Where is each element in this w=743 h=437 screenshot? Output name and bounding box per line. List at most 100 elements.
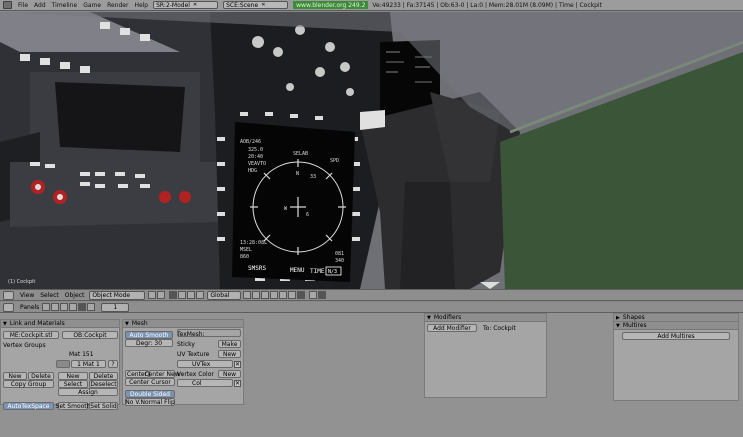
- layer-button[interactable]: [279, 291, 288, 299]
- camera-icon[interactable]: [318, 291, 327, 299]
- vertex-color-new-button[interactable]: New: [218, 370, 241, 378]
- material-color-swatch[interactable]: [56, 360, 70, 368]
- button-text: Delete: [93, 372, 114, 380]
- close-icon[interactable]: ✕: [193, 2, 197, 8]
- button-text: Make: [221, 340, 238, 348]
- menu-render[interactable]: Render: [107, 2, 128, 9]
- panel-title[interactable]: ▶ Shapes: [614, 314, 738, 321]
- editing-icon[interactable]: [78, 303, 87, 311]
- draw-type-icon[interactable]: [148, 291, 157, 299]
- collapse-icon[interactable]: ▼: [125, 321, 129, 327]
- mfd-text: SMSRS: [248, 265, 266, 272]
- layer-button[interactable]: [252, 291, 261, 299]
- layer-button[interactable]: [243, 291, 252, 299]
- script-icon[interactable]: [51, 303, 60, 311]
- menu-game[interactable]: Game: [83, 2, 101, 9]
- mesh-name-field[interactable]: ME:Cockpit.stl: [3, 331, 59, 339]
- manipulator-icon[interactable]: [169, 291, 178, 299]
- cockpit-render: AOB/246 325.0 20:40 VEAVTO HDG SELAB SPD…: [0, 12, 743, 289]
- menu-object[interactable]: Object: [65, 292, 85, 299]
- button-text: Deselect: [90, 380, 117, 388]
- editor-type-icon[interactable]: [3, 302, 14, 312]
- no-v-normal-flip-toggle[interactable]: No V.Normal Flip: [125, 398, 175, 406]
- material-new-button[interactable]: New: [58, 372, 88, 380]
- menu-add[interactable]: Add: [34, 2, 46, 9]
- button-text: New: [222, 350, 237, 358]
- uvtex-slot[interactable]: UVTex: [177, 360, 233, 368]
- double-sided-toggle[interactable]: Double Sided: [125, 390, 175, 398]
- set-solid-button[interactable]: Set Solid: [89, 402, 118, 410]
- panel-title-text: Modifiers: [433, 314, 462, 321]
- object-name-field[interactable]: OB:Cockpit: [62, 331, 118, 339]
- auto-smooth-toggle[interactable]: Auto Smooth: [125, 331, 173, 339]
- material-help-button[interactable]: ?: [108, 360, 118, 368]
- mfd-text: SELAB: [293, 151, 308, 157]
- scene-selector[interactable]: SCE:Scene ✕: [223, 1, 289, 9]
- mode-select[interactable]: Object Mode: [89, 290, 146, 300]
- add-modifier-button[interactable]: Add Modifier: [427, 324, 477, 332]
- vgroup-new-button[interactable]: New: [3, 372, 27, 380]
- scale-icon[interactable]: [196, 291, 205, 299]
- set-smooth-button[interactable]: Set Smooth: [56, 402, 90, 410]
- field-text: ME:Cockpit.stl: [9, 331, 53, 339]
- close-icon[interactable]: ✕: [261, 2, 265, 8]
- col-slot[interactable]: Col: [177, 379, 233, 387]
- panel-title[interactable]: ▼ Mesh: [123, 320, 243, 328]
- screen-selector[interactable]: SR:2-Model ✕: [153, 1, 219, 9]
- layer-button[interactable]: [270, 291, 279, 299]
- add-multires-button[interactable]: Add Multires: [622, 332, 730, 340]
- 3d-viewport[interactable]: AOB/246 325.0 20:40 VEAVTO HDG SELAB SPD…: [0, 12, 743, 289]
- close-icon[interactable]: ✕: [234, 380, 241, 387]
- editor-type-icon[interactable]: [3, 1, 12, 9]
- menu-help[interactable]: Help: [134, 2, 148, 9]
- mfd-text: 860: [240, 254, 249, 260]
- uv-texture-new-button[interactable]: New: [218, 350, 241, 358]
- button-text: Add Multires: [657, 332, 695, 340]
- center-new-button[interactable]: Center New: [144, 370, 180, 378]
- orientation-select[interactable]: Global: [207, 290, 242, 300]
- collapse-icon[interactable]: ▼: [616, 323, 620, 329]
- layer-button[interactable]: [288, 291, 297, 299]
- sticky-make-button[interactable]: Make: [218, 340, 241, 348]
- layer-button[interactable]: [261, 291, 270, 299]
- panel-title[interactable]: ▼ Modifiers: [425, 314, 546, 322]
- menu-view[interactable]: View: [20, 292, 34, 299]
- pivot-icon[interactable]: [157, 291, 166, 299]
- material-select-button[interactable]: Select: [58, 380, 88, 388]
- autotexspace-toggle[interactable]: AutoTexSpace: [3, 402, 54, 410]
- translate-icon[interactable]: [178, 291, 187, 299]
- material-deselect-button[interactable]: Deselect: [89, 380, 118, 388]
- panel-title[interactable]: ▼ Link and Materials: [1, 320, 119, 328]
- collapse-icon[interactable]: ▼: [427, 315, 431, 321]
- lock-icon[interactable]: [297, 291, 306, 299]
- menu-timeline[interactable]: Timeline: [52, 2, 78, 9]
- center-cursor-button[interactable]: Center Cursor: [125, 378, 175, 386]
- button-text: New: [222, 370, 237, 378]
- material-delete-button[interactable]: Delete: [89, 372, 118, 380]
- frame-field[interactable]: 1: [101, 302, 130, 312]
- degr-field[interactable]: Degr: 30: [125, 339, 173, 347]
- mfd-text: 6: [306, 212, 309, 218]
- field-text: 1 Mat 1: [77, 360, 100, 368]
- menu-file[interactable]: File: [18, 2, 28, 9]
- panel-title[interactable]: ▼ Multires: [614, 322, 738, 330]
- copy-group-button[interactable]: Copy Group: [3, 380, 54, 388]
- blender-url[interactable]: www.blender.org 249.2: [293, 1, 369, 9]
- object-icon[interactable]: [69, 303, 78, 311]
- expand-icon[interactable]: ▶: [616, 315, 620, 321]
- texmesh-field[interactable]: [177, 329, 241, 337]
- collapse-icon[interactable]: ▼: [3, 321, 7, 327]
- material-slot-field[interactable]: 1 Mat 1: [71, 360, 106, 368]
- render-icon[interactable]: [309, 291, 318, 299]
- menu-select[interactable]: Select: [40, 292, 59, 299]
- scene-icon[interactable]: [87, 303, 96, 311]
- button-text: Set Solid: [90, 402, 117, 410]
- editor-type-icon[interactable]: [3, 290, 14, 300]
- material-assign-button[interactable]: Assign: [58, 388, 118, 396]
- viewport-object-label: (1) Cockpit: [8, 279, 36, 285]
- shading-icon[interactable]: [60, 303, 69, 311]
- logic-icon[interactable]: [42, 303, 51, 311]
- close-icon[interactable]: ✕: [234, 361, 241, 368]
- vgroup-delete-button[interactable]: Delete: [28, 372, 54, 380]
- rotate-icon[interactable]: [187, 291, 196, 299]
